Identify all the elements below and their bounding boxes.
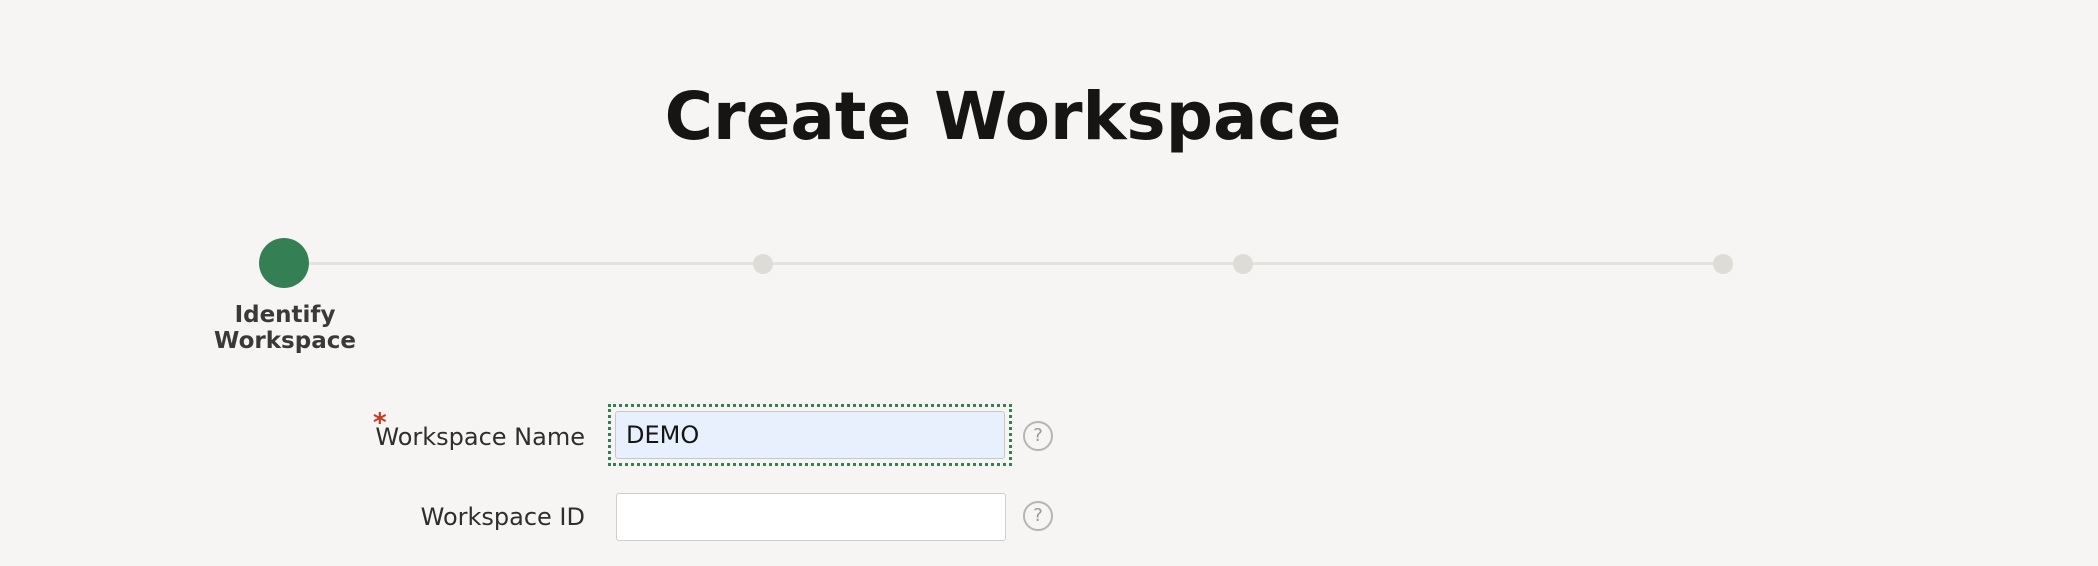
workspace-id-input[interactable] [616,493,1006,541]
wizard-step-1-marker [259,238,309,288]
workspace-id-help-icon[interactable]: ? [1023,501,1053,531]
wizard-step-3-marker [1233,254,1253,274]
workspace-name-help-icon[interactable]: ? [1023,421,1053,451]
workspace-id-label: Workspace ID [420,503,585,531]
workspace-name-label: Workspace Name [375,423,585,451]
workspace-name-input[interactable] [615,411,1005,459]
wizard-progress: Identify Workspace [0,0,2098,354]
wizard-step-2-marker [753,254,773,274]
wizard-step-1-label: Identify Workspace [214,302,356,354]
wizard-step-4-marker [1713,254,1733,274]
wizard-track [285,262,1723,265]
